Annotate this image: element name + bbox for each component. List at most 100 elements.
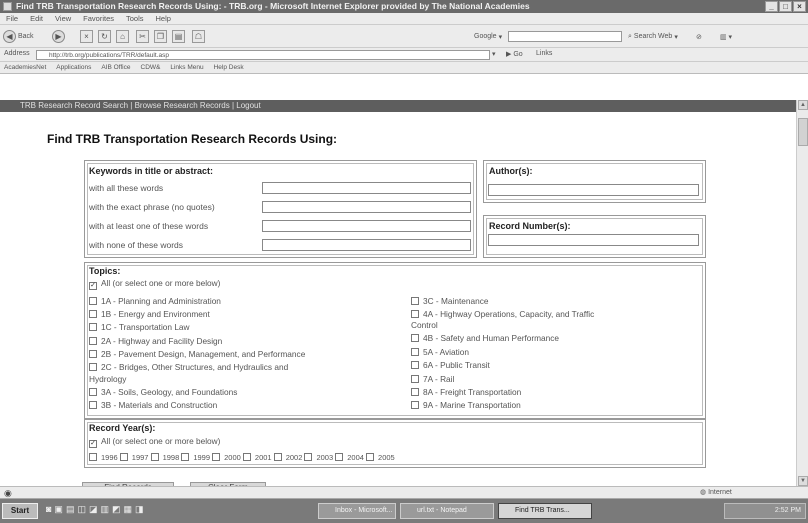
checkbox-icon[interactable]: [89, 350, 97, 358]
none-words-input[interactable]: [262, 239, 471, 251]
checkbox-icon[interactable]: [89, 310, 97, 318]
google-menu[interactable]: Google ▾: [474, 29, 502, 44]
year-1997[interactable]: 1997: [119, 453, 148, 462]
checked-checkbox-icon[interactable]: ✓: [89, 440, 97, 448]
checkbox-icon[interactable]: [150, 453, 159, 461]
year-2003[interactable]: 2003: [304, 453, 333, 462]
checkbox-icon[interactable]: [411, 361, 419, 369]
address-dropdown-icon[interactable]: ▾: [492, 50, 496, 58]
checkbox-icon[interactable]: [242, 453, 251, 461]
minimize-button[interactable]: _: [765, 1, 778, 12]
link-applications[interactable]: Applications: [56, 62, 91, 73]
page-scrollbar[interactable]: ▲ ▼: [796, 100, 808, 486]
checkbox-icon[interactable]: [89, 297, 97, 305]
checkbox-icon[interactable]: [411, 334, 419, 342]
topic-4b[interactable]: 4B - Safety and Human Performance: [411, 333, 559, 343]
year-2000[interactable]: 2000: [212, 453, 241, 462]
year-1996[interactable]: 1996: [89, 453, 118, 462]
google-search-input[interactable]: [508, 31, 622, 42]
task-notepad[interactable]: url.txt - Notepad: [400, 503, 494, 519]
refresh-button[interactable]: ↻: [98, 29, 111, 44]
all-words-input[interactable]: [262, 182, 471, 194]
topics-all-option[interactable]: ✓ All (or select one or more below): [89, 278, 220, 290]
topic-7a[interactable]: 7A - Rail: [411, 374, 454, 384]
clock[interactable]: 2:52 PM: [775, 507, 801, 514]
history-button[interactable]: ☖: [192, 29, 205, 44]
checkbox-icon[interactable]: [335, 453, 344, 461]
topic-3c[interactable]: 3C - Maintenance: [411, 296, 489, 306]
checkbox-icon[interactable]: [411, 401, 419, 409]
year-2001[interactable]: 2001: [242, 453, 272, 462]
year-1998[interactable]: 1998: [150, 453, 179, 462]
link-aib-office[interactable]: AIB Office: [101, 62, 130, 73]
search-web-button[interactable]: ⌕ Search Web ▾: [628, 29, 678, 44]
checkbox-icon[interactable]: [411, 310, 419, 318]
checkbox-icon[interactable]: [411, 375, 419, 383]
checkbox-icon[interactable]: [366, 453, 375, 461]
quick-launch-icons[interactable]: ◙▣▤◫◪▥◩▦◨: [46, 504, 146, 515]
maximize-button[interactable]: □: [779, 1, 792, 12]
home-button[interactable]: ⌂: [116, 29, 129, 44]
topic-3b[interactable]: 3B - Materials and Construction: [89, 400, 217, 410]
checkbox-icon[interactable]: [89, 337, 97, 345]
checkbox-icon[interactable]: [89, 323, 97, 331]
topic-2a[interactable]: 2A - Highway and Facility Design: [89, 336, 222, 346]
menu-edit[interactable]: Edit: [30, 13, 43, 24]
checkbox-icon[interactable]: [89, 453, 97, 461]
years-all-option[interactable]: ✓ All (or select one or more below): [89, 436, 220, 448]
links-label[interactable]: Links: [536, 50, 552, 57]
checkbox-icon[interactable]: [304, 453, 313, 461]
year-2002[interactable]: 2002: [273, 453, 302, 462]
year-1999[interactable]: 1999: [181, 453, 210, 462]
authors-input[interactable]: [488, 184, 699, 196]
address-input[interactable]: http://trb.org/publications/TRR/default.…: [36, 50, 490, 60]
task-browser[interactable]: Find TRB Trans...: [498, 503, 592, 519]
topic-2b[interactable]: 2B - Pavement Design, Management, and Pe…: [89, 349, 305, 359]
topic-9a[interactable]: 9A - Marine Transportation: [411, 400, 521, 410]
go-button[interactable]: ▶ Go: [506, 50, 523, 58]
menu-help[interactable]: Help: [156, 13, 171, 24]
menu-file[interactable]: File: [6, 13, 18, 24]
topic-1a[interactable]: 1A - Planning and Administration: [89, 296, 221, 306]
topic-6a[interactable]: 6A - Public Transit: [411, 360, 490, 370]
topic-8a[interactable]: 8A - Freight Transportation: [411, 387, 521, 397]
menu-favorites[interactable]: Favorites: [83, 13, 114, 24]
checkbox-icon[interactable]: [411, 297, 419, 305]
checkbox-icon[interactable]: [119, 453, 128, 461]
year-2005[interactable]: 2005: [366, 453, 395, 462]
options-icon[interactable]: ▥ ▾: [720, 29, 732, 44]
forward-button[interactable]: ▶: [52, 29, 65, 44]
checked-checkbox-icon[interactable]: ✓: [89, 282, 97, 290]
checkbox-icon[interactable]: [411, 348, 419, 356]
any-words-input[interactable]: [262, 220, 471, 232]
scroll-up-arrow-icon[interactable]: ▲: [798, 100, 808, 110]
checkbox-icon[interactable]: [181, 453, 190, 461]
copy-button[interactable]: ❐: [154, 29, 167, 44]
exact-phrase-input[interactable]: [262, 201, 471, 213]
topic-2c[interactable]: 2C - Bridges, Other Structures, and Hydr…: [89, 362, 288, 372]
link-links-menu[interactable]: Links Menu: [170, 62, 203, 73]
link-cdw[interactable]: CDW&: [141, 62, 161, 73]
checkbox-icon[interactable]: [89, 401, 97, 409]
record-numbers-input[interactable]: [488, 234, 699, 246]
checkbox-icon[interactable]: [273, 453, 282, 461]
topic-1b[interactable]: 1B - Energy and Environment: [89, 309, 210, 319]
task-inbox[interactable]: Inbox - Microsoft...: [318, 503, 396, 519]
link-help-desk[interactable]: Help Desk: [214, 62, 244, 73]
topic-1c[interactable]: 1C - Transportation Law: [89, 322, 190, 332]
checkbox-icon[interactable]: [212, 453, 221, 461]
scroll-down-arrow-icon[interactable]: ▼: [798, 476, 808, 486]
back-button[interactable]: ◀ Back: [3, 29, 34, 44]
menu-tools[interactable]: Tools: [126, 13, 144, 24]
checkbox-icon[interactable]: [411, 388, 419, 396]
topic-3a[interactable]: 3A - Soils, Geology, and Foundations: [89, 387, 237, 397]
checkbox-icon[interactable]: [89, 388, 97, 396]
topic-5a[interactable]: 5A - Aviation: [411, 347, 469, 357]
topic-4a[interactable]: 4A - Highway Operations, Capacity, and T…: [411, 309, 594, 319]
close-button[interactable]: ×: [793, 1, 806, 12]
checkbox-icon[interactable]: [89, 363, 97, 371]
paste-button[interactable]: ▤: [172, 29, 185, 44]
start-button[interactable]: Start: [2, 503, 38, 519]
link-academiesnet[interactable]: AcademiesNet: [4, 62, 46, 73]
popup-blocker-icon[interactable]: ⊘: [696, 29, 702, 44]
